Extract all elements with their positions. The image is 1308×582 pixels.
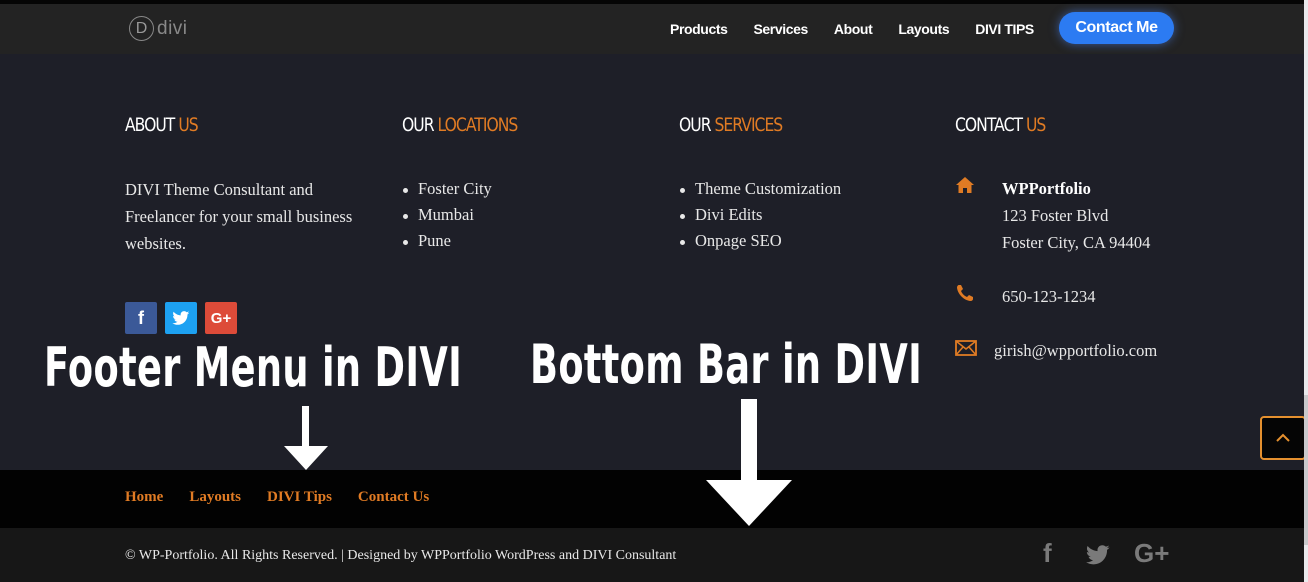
logo-circle-icon: D: [129, 16, 154, 41]
services-title: OUR SERVICES: [679, 114, 783, 136]
bottom-bar-annotation: Bottom Bar in DIVI: [530, 333, 923, 396]
location-item: Mumbai: [402, 202, 632, 228]
locations-column: OUR LOCATIONS Foster City Mumbai Pune: [402, 114, 632, 254]
location-item: Foster City: [402, 176, 632, 202]
footer-menu-annotation: Footer Menu in DIVI: [44, 336, 463, 399]
nav-divi-tips[interactable]: DIVI TIPS: [975, 21, 1034, 37]
email-address[interactable]: girish@wpportfolio.com: [994, 337, 1157, 364]
nav-services[interactable]: Services: [753, 21, 808, 37]
scroll-to-top-button[interactable]: [1260, 416, 1306, 460]
address-line-2: Foster City, CA 94404: [1002, 233, 1151, 252]
address-line-1: 123 Foster Blvd: [1002, 206, 1109, 225]
service-item: Divi Edits: [679, 202, 919, 228]
contact-address: WPPortfolio 123 Foster Blvd Foster City,…: [955, 175, 1150, 256]
home-icon: [955, 175, 1002, 256]
envelope-icon: [955, 337, 994, 364]
footer-menu: Home Layouts DIVI Tips Contact Us: [0, 470, 1304, 528]
chevron-up-icon: [1276, 433, 1290, 442]
bottom-bar: © WP-Portfolio. All Rights Reserved. | D…: [0, 528, 1304, 582]
footer-menu-contact-us[interactable]: Contact Us: [358, 489, 429, 506]
twitter-icon[interactable]: [165, 302, 197, 334]
contact-us-title: CONTACT US: [955, 114, 1046, 136]
location-item: Pune: [402, 228, 632, 254]
nav-about[interactable]: About: [834, 21, 873, 37]
scrollbar-thumb[interactable]: [1304, 395, 1308, 545]
locations-list: Foster City Mumbai Pune: [402, 176, 632, 254]
divi-logo[interactable]: D divi: [129, 16, 188, 41]
nav-layouts[interactable]: Layouts: [898, 21, 949, 37]
footer-menu-layouts[interactable]: Layouts: [189, 489, 241, 506]
footer-widgets: ABOUT US DIVI Theme Consultant and Freel…: [0, 54, 1304, 470]
footer-menu-divi-tips[interactable]: DIVI Tips: [267, 489, 332, 506]
copyright-text: © WP-Portfolio. All Rights Reserved. | D…: [125, 548, 677, 563]
footer-menu-arrow-icon: [284, 446, 328, 470]
main-nav: Products Services About Layouts DIVI TIP…: [670, 4, 1060, 54]
facebook-icon[interactable]: f: [125, 302, 157, 334]
phone-icon: [955, 283, 1002, 311]
contact-email: girish@wpportfolio.com: [955, 337, 1157, 364]
site-header: D divi Products Services About Layouts D…: [0, 4, 1304, 54]
services-list: Theme Customization Divi Edits Onpage SE…: [679, 176, 919, 254]
service-item: Theme Customization: [679, 176, 919, 202]
nav-products[interactable]: Products: [670, 21, 728, 37]
logo-text: divi: [157, 17, 188, 39]
about-us-text: DIVI Theme Consultant and Freelancer for…: [125, 180, 353, 253]
bottom-bar-arrow-head: [706, 480, 792, 526]
footer-menu-home[interactable]: Home: [125, 489, 163, 506]
contact-us-column: CONTACT US: [955, 114, 1215, 136]
service-item: Onpage SEO: [679, 228, 919, 254]
about-us-column: ABOUT US DIVI Theme Consultant and Freel…: [125, 114, 355, 257]
bottom-facebook-icon[interactable]: f: [1043, 538, 1052, 569]
locations-title: OUR LOCATIONS: [402, 114, 518, 136]
services-column: OUR SERVICES Theme Customization Divi Ed…: [679, 114, 919, 254]
bottom-bar-arrow-shaft-lower: [741, 470, 757, 482]
contact-me-button[interactable]: Contact Me: [1059, 12, 1174, 44]
contact-name: WPPortfolio: [1002, 179, 1091, 198]
about-social-links: f G+: [125, 302, 237, 334]
bottom-twitter-icon[interactable]: [1085, 542, 1111, 573]
google-plus-icon[interactable]: G+: [205, 302, 237, 334]
about-us-title: ABOUT US: [125, 114, 199, 136]
phone-number[interactable]: 650-123-1234: [1002, 283, 1096, 311]
contact-phone: 650-123-1234: [955, 283, 1096, 311]
bottom-google-plus-icon[interactable]: G+: [1134, 538, 1169, 569]
